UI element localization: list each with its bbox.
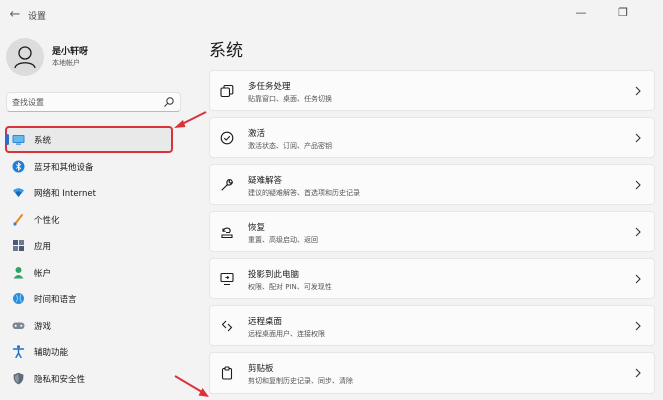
card-clipboard[interactable]: 剪贴板 剪切和复制历史记录、同步、清除 [209,352,655,394]
card-title: 多任务处理 [248,82,291,92]
search-box[interactable] [6,92,181,112]
card-multitasking[interactable]: 多任务处理 贴靠窗口、桌面、任务切换 [209,70,655,111]
chevron-right-icon [635,274,641,284]
sidebar-item-label: 蓝牙和其他设备 [34,162,94,173]
card-recovery[interactable]: 恢复 重置、高级启动、返回 [209,211,655,252]
user-name: 是小轩呀 [52,47,89,57]
maximize-button[interactable]: ❐ [612,4,634,22]
card-remote-desktop[interactable]: 远程桌面 远程桌面用户、连接权限 [209,305,655,346]
card-subtitle: 重置、高级启动、返回 [248,236,318,244]
card-activation[interactable]: 激活 激活状态、订阅、产品密钥 [209,117,655,158]
search-input[interactable] [12,95,160,109]
chevron-right-icon [635,368,641,378]
recovery-icon [221,227,233,239]
sidebar-item-accessibility[interactable]: 辅助功能 [6,339,172,364]
sidebar-item-label: 帐户 [34,268,52,279]
sidebar-item-network[interactable]: 网络和 Internet [6,180,172,205]
chevron-right-icon [635,180,641,190]
chevron-right-icon [635,86,641,96]
sidebar-item-label: 隐私和安全性 [34,374,86,385]
sidebar-item-time-language[interactable]: 时间和语言 [6,286,172,311]
system-icon [12,135,25,145]
sidebar-item-system[interactable]: 系统 [5,126,173,153]
back-arrow-icon[interactable]: ← [6,6,24,24]
user-profile[interactable]: 是小轩呀 本地帐户 [6,38,196,78]
bluetooth-icon [12,160,25,172]
sidebar-item-label: 时间和语言 [34,295,77,305]
accessibility-icon [12,345,25,358]
annotation-arrow-icon [174,111,207,128]
card-subtitle: 激活状态、订阅、产品密钥 [248,142,332,150]
account-type: 本地帐户 [52,59,80,67]
sidebar-item-label: 应用 [34,242,52,252]
sidebar-item-personalization[interactable]: 个性化 [6,207,172,232]
network-icon [13,188,24,197]
sidebar-item-privacy[interactable]: 隐私和安全性 [6,366,172,391]
card-subtitle: 贴靠窗口、桌面、任务切换 [248,95,332,103]
sidebar-item-bluetooth[interactable]: 蓝牙和其他设备 [6,154,172,179]
chevron-right-icon [635,133,641,143]
card-title: 激活 [248,129,266,139]
sidebar-item-gaming[interactable]: 游戏 [6,313,172,338]
multitasking-icon [220,84,234,98]
gamepad-icon [12,322,25,329]
chevron-right-icon [635,321,641,331]
chevron-right-icon [635,227,641,237]
shield-icon [13,372,24,384]
wrench-icon [221,179,234,191]
card-subtitle: 建议的疑难解答、首选项和历史记录 [248,189,360,197]
sidebar-item-label: 个性化 [34,215,60,226]
card-title: 远程桌面 [248,317,283,327]
minimize-button[interactable]: — [570,4,592,22]
projection-icon [220,272,234,286]
app-title: 设置 [28,12,47,22]
card-subtitle: 权限、配对 PIN、可发现性 [248,283,332,291]
sidebar-item-apps[interactable]: 应用 [6,233,172,258]
sidebar-item-label: 游戏 [34,321,52,332]
sidebar-item-label: 系统 [34,136,52,146]
sidebar-item-label: 辅助功能 [34,348,69,358]
card-subtitle: 剪切和复制历史记录、同步、清除 [248,377,353,385]
card-projection[interactable]: 投影到此电脑 权限、配对 PIN、可发现性 [209,258,655,299]
activation-icon [220,131,234,145]
card-title: 投影到此电脑 [248,270,300,280]
apps-icon [13,240,24,251]
avatar [6,38,44,76]
brush-icon [13,213,23,226]
card-title: 恢复 [248,223,266,233]
page-title: 系统 [209,41,243,61]
card-troubleshoot[interactable]: 疑难解答 建议的疑难解答、首选项和历史记录 [209,164,655,205]
remote-desktop-icon [221,320,233,332]
sidebar-item-label: 网络和 Internet [34,189,96,199]
annotation-arrow-icon [174,375,209,397]
clipboard-icon [221,366,233,380]
card-title: 剪贴板 [248,364,274,374]
card-subtitle: 远程桌面用户、连接权限 [248,330,325,338]
account-icon [13,266,24,278]
sidebar-item-accounts[interactable]: 帐户 [6,260,172,285]
card-title: 疑难解答 [248,176,283,186]
person-icon [14,46,36,69]
search-icon[interactable] [163,96,175,108]
globe-icon [13,293,24,304]
selection-indicator [6,134,9,145]
title-bar: ← 设置 — ❐ [0,0,663,30]
